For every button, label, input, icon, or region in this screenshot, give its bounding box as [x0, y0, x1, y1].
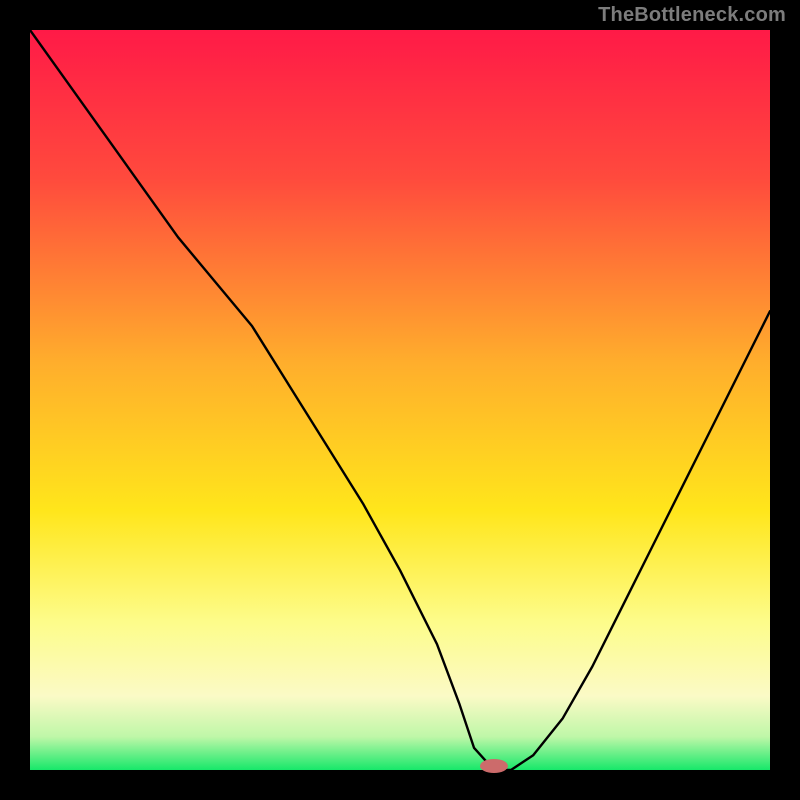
optimal-point-marker — [480, 759, 508, 773]
bottleneck-chart — [0, 0, 800, 800]
watermark-text: TheBottleneck.com — [598, 4, 786, 27]
chart-frame: TheBottleneck.com — [0, 0, 800, 800]
gradient-background — [30, 30, 770, 770]
